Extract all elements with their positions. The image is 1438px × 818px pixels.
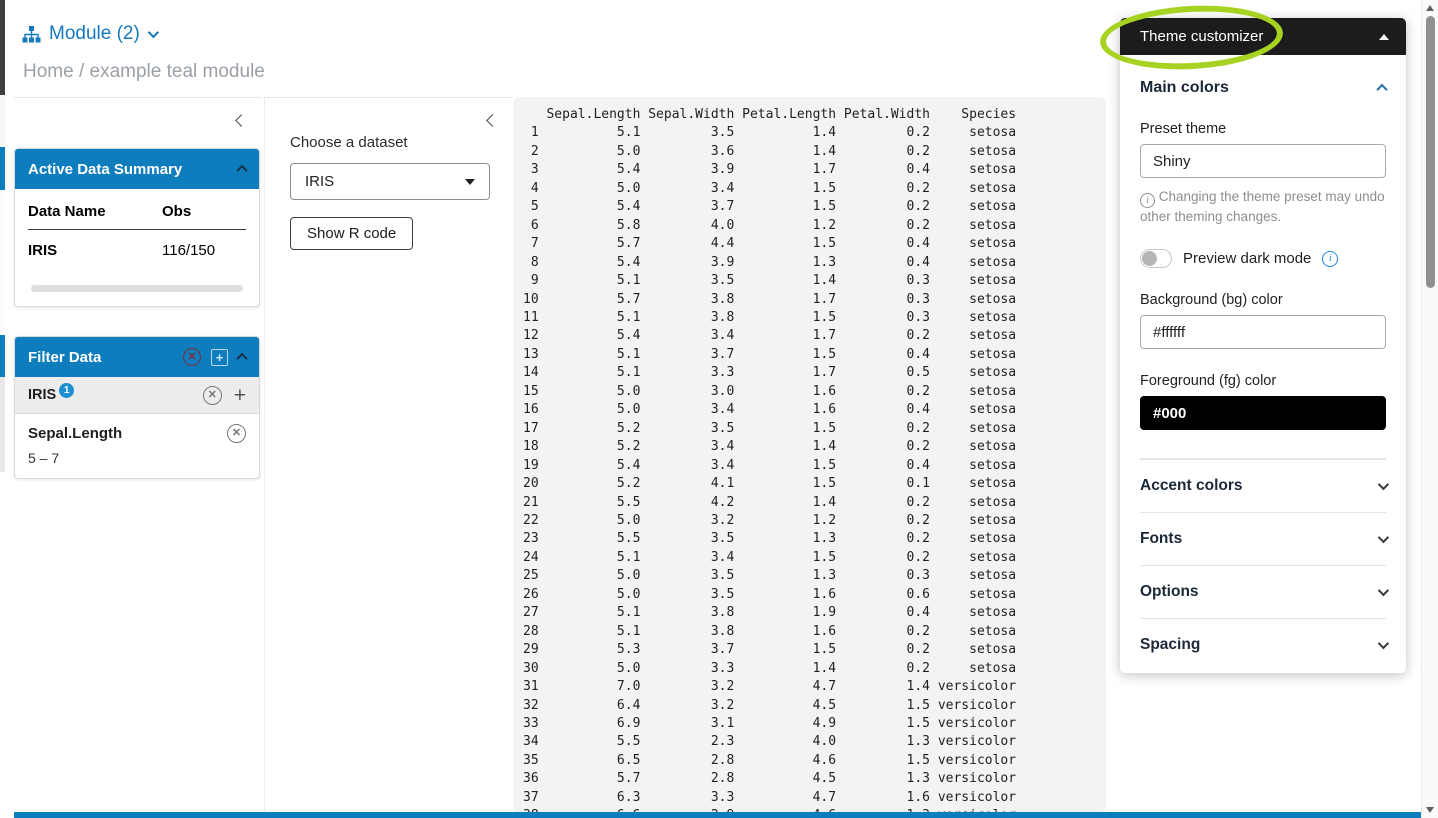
dataset-select-value: IRIS <box>305 173 334 190</box>
chevron-down-icon <box>148 27 159 38</box>
filter-variable-name: Sepal.Length <box>28 425 122 442</box>
vertical-scrollbar[interactable] <box>1421 0 1438 818</box>
scroll-down-arrow-icon[interactable] <box>1426 807 1434 813</box>
caret-down-icon <box>465 179 475 185</box>
app-window: Module (2) Home / example teal module Ac… <box>0 0 1438 818</box>
left-edge-artifact <box>0 0 5 818</box>
fonts-title: Fonts <box>1140 530 1182 548</box>
chevron-down-icon <box>1378 638 1389 649</box>
remove-all-filters-icon[interactable]: ✕ <box>183 348 201 366</box>
chevron-up-icon <box>236 353 247 364</box>
column-header-data-name: Data Name <box>28 203 162 220</box>
scrollbar-thumb[interactable] <box>1426 16 1435 288</box>
spacing-title: Spacing <box>1140 636 1200 654</box>
accent-colors-section-header[interactable]: Accent colors <box>1140 459 1386 512</box>
filter-count-badge: 1 <box>59 383 74 398</box>
active-data-summary-title: Active Data Summary <box>28 161 182 178</box>
bg-color-input[interactable]: #ffffff <box>1140 315 1386 349</box>
spacing-section-header[interactable]: Spacing <box>1140 618 1386 671</box>
sitemap-icon <box>22 26 41 43</box>
collapse-left-panel-button[interactable] <box>237 112 246 130</box>
bottom-accent-strip <box>14 812 1421 818</box>
filter-data-card: Filter Data ✕ + IRIS 1 ✕ + S <box>14 336 260 479</box>
breadcrumb-current: example teal module <box>90 61 265 82</box>
preset-theme-select[interactable]: Shiny <box>1140 144 1386 178</box>
chevron-down-icon <box>1378 532 1389 543</box>
remove-variable-filter-icon[interactable]: ✕ <box>227 424 246 443</box>
horizontal-scrollbar[interactable] <box>31 285 243 292</box>
filter-dataset-row: IRIS 1 ✕ + <box>15 377 259 414</box>
active-data-summary-card: Active Data Summary Data Name Obs IRIS 1… <box>14 148 260 307</box>
chevron-up-icon <box>1376 84 1387 95</box>
preset-info-text: i Changing the theme preset may undo oth… <box>1140 188 1386 227</box>
dark-mode-toggle[interactable] <box>1140 249 1172 268</box>
preset-theme-label: Preset theme <box>1140 121 1386 137</box>
obs-count-cell: 116/150 <box>162 242 246 259</box>
show-r-code-button[interactable]: Show R code <box>290 217 413 250</box>
dataset-name-cell: IRIS <box>28 242 162 259</box>
dataset-table: Sepal.Length Sepal.Width Petal.Length Pe… <box>513 97 1106 812</box>
preset-theme-value: Shiny <box>1153 153 1191 170</box>
scroll-up-arrow-icon[interactable] <box>1426 5 1434 11</box>
filter-data-title: Filter Data <box>28 349 101 366</box>
encoding-panel: Choose a dataset IRIS Show R code <box>264 97 513 812</box>
remove-dataset-filters-icon[interactable]: ✕ <box>203 386 222 405</box>
chevron-down-icon <box>1378 585 1389 596</box>
filter-sidebar: Active Data Summary Data Name Obs IRIS 1… <box>14 97 262 812</box>
bg-color-label: Background (bg) color <box>1140 292 1386 308</box>
theme-customizer-panel: Theme customizer Main colors Preset them… <box>1120 18 1406 673</box>
fg-color-input[interactable]: #000 <box>1140 396 1386 430</box>
accent-colors-title: Accent colors <box>1140 477 1243 495</box>
table-row: IRIS 116/150 <box>28 230 246 259</box>
chevron-down-icon <box>1378 479 1389 490</box>
filter-variable-card: Sepal.Length ✕ 5 – 7 <box>15 414 259 478</box>
fg-color-value: #000 <box>1153 405 1186 422</box>
fg-color-label: Foreground (fg) color <box>1140 373 1386 389</box>
module-dropdown[interactable]: Module (2) <box>22 23 156 45</box>
dataset-select[interactable]: IRIS <box>290 163 490 200</box>
main-colors-title: Main colors <box>1140 79 1229 97</box>
options-title: Options <box>1140 583 1199 601</box>
filter-data-header[interactable]: Filter Data ✕ + <box>15 337 259 377</box>
collapse-triangle-icon <box>1379 34 1389 40</box>
add-variable-filter-icon[interactable]: + <box>234 385 246 406</box>
info-icon: i <box>1140 193 1155 208</box>
add-filter-icon[interactable]: + <box>211 349 228 366</box>
column-header-obs: Obs <box>162 203 246 220</box>
collapse-encoding-panel-button[interactable] <box>488 112 497 130</box>
chevron-up-icon <box>236 165 247 176</box>
active-data-summary-header[interactable]: Active Data Summary <box>15 149 259 189</box>
breadcrumb: Home / example teal module <box>23 61 265 83</box>
breadcrumb-separator: / <box>74 61 90 82</box>
toggle-knob <box>1142 251 1157 266</box>
module-label: Module (2) <box>49 23 140 45</box>
active-data-summary-body: Data Name Obs IRIS 116/150 <box>15 189 259 306</box>
options-section-header[interactable]: Options <box>1140 565 1386 618</box>
dataset-select-label: Choose a dataset <box>290 134 488 151</box>
chevron-left-icon <box>235 114 248 127</box>
filter-variable-range: 5 – 7 <box>28 450 246 466</box>
filter-dataset-name: IRIS <box>28 387 56 403</box>
breadcrumb-home[interactable]: Home <box>23 61 74 82</box>
bg-color-value: #ffffff <box>1153 324 1185 341</box>
dark-mode-label: Preview dark mode <box>1183 250 1311 267</box>
info-icon[interactable]: i <box>1322 251 1338 267</box>
dataset-output-panel: Sepal.Length Sepal.Width Petal.Length Pe… <box>513 97 1106 812</box>
chevron-left-icon <box>486 114 499 127</box>
fonts-section-header[interactable]: Fonts <box>1140 512 1386 565</box>
